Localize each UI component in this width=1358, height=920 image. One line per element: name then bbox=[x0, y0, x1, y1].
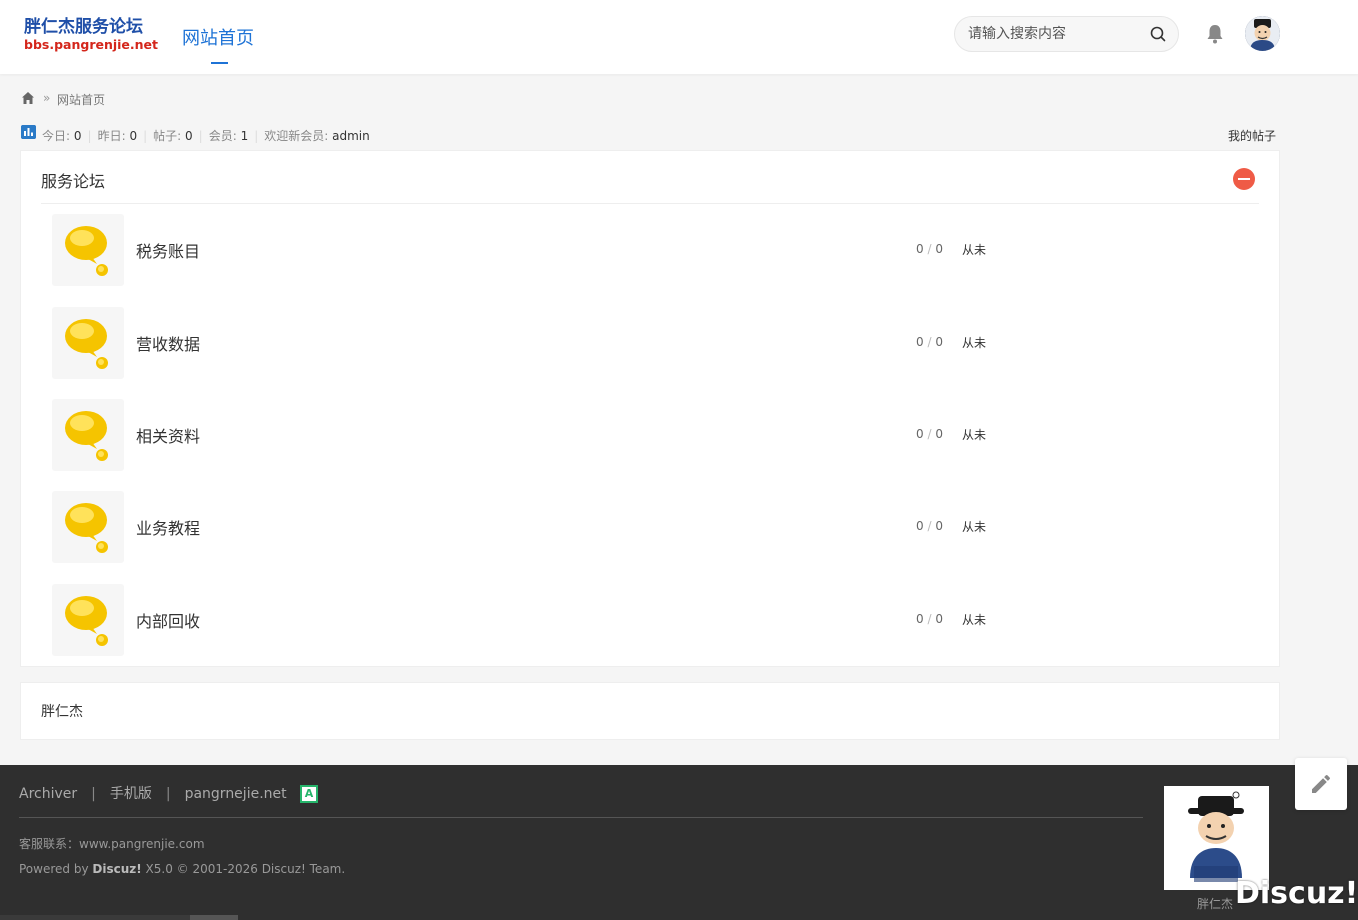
home-icon[interactable] bbox=[21, 91, 35, 105]
forum-row: 税务账目 0 / 0 从未 bbox=[52, 214, 1252, 286]
speech-bubble-icon bbox=[65, 411, 108, 461]
forum-icon[interactable] bbox=[52, 491, 124, 563]
forum-group: 服务论坛 税务账目 0 / 0 从未 营收数据 0 / 0 从未 相关资料 0 … bbox=[20, 150, 1280, 667]
speech-bubble-icon bbox=[65, 226, 108, 276]
mascot-image bbox=[1164, 786, 1269, 890]
archiver-link[interactable]: Archiver bbox=[19, 786, 77, 802]
qr-code-image bbox=[1164, 786, 1269, 890]
stat-today-label: 今日: bbox=[42, 129, 71, 143]
avatar-image bbox=[1245, 16, 1280, 51]
forum-count: 0 / 0 bbox=[916, 519, 943, 533]
stat-yesterday-label: 昨日: bbox=[97, 129, 126, 143]
breadcrumb-current[interactable]: 网站首页 bbox=[57, 91, 105, 108]
forum-icon[interactable] bbox=[52, 399, 124, 471]
footer-powered: Powered by Discuz! X5.0 © 2001-2026 Disc… bbox=[19, 862, 346, 876]
forum-row: 营收数据 0 / 0 从未 bbox=[52, 307, 1252, 379]
newest-member-link[interactable]: admin bbox=[332, 129, 370, 143]
speech-bubble-icon bbox=[65, 503, 108, 553]
forum-row: 内部回收 0 / 0 从未 bbox=[52, 584, 1252, 656]
divider bbox=[41, 203, 1259, 204]
stats-line: 今日: 0 | 昨日: 0 | 帖子: 0 | 会员: 1 | 欢迎新会员: admin bbox=[42, 129, 370, 143]
pencil-icon bbox=[1312, 774, 1330, 793]
search-input[interactable] bbox=[968, 17, 1148, 51]
footer-contact: 客服联系：www.pangrenjie.com bbox=[19, 837, 205, 851]
forum-last-post: 从未 bbox=[962, 520, 987, 534]
forum-icon[interactable] bbox=[52, 584, 124, 656]
forum-name-link[interactable]: 相关资料 bbox=[136, 423, 200, 447]
mobile-link[interactable]: 手机版 bbox=[110, 783, 152, 803]
stat-members-value: 1 bbox=[240, 129, 249, 143]
stat-newest-label: 欢迎新会员: bbox=[264, 129, 329, 143]
my-posts-link[interactable]: 我的帖子 bbox=[1228, 127, 1276, 144]
qr-caption: 胖仁杰 bbox=[1197, 897, 1234, 911]
forum-last-post: 从未 bbox=[962, 428, 987, 442]
forum-icon[interactable] bbox=[52, 307, 124, 379]
collapse-button[interactable] bbox=[1233, 168, 1255, 190]
bell-icon[interactable] bbox=[1205, 23, 1225, 45]
forum-count: 0 / 0 bbox=[916, 612, 943, 626]
forum-row: 业务教程 0 / 0 从未 bbox=[52, 491, 1252, 563]
forum-name-link[interactable]: 内部回收 bbox=[136, 608, 200, 632]
footer-links: Archiver | 手机版 | pangrnejie.net A bbox=[19, 783, 318, 803]
forum-last-post: 从未 bbox=[962, 243, 987, 257]
forum-count: 0 / 0 bbox=[916, 242, 943, 256]
forum-count: 0 / 0 bbox=[916, 427, 943, 441]
footer-bar bbox=[0, 915, 190, 920]
speech-bubble-icon bbox=[65, 596, 108, 646]
stat-posts-value: 0 bbox=[185, 129, 193, 143]
logo-domain: bbs.pangrenjie.net bbox=[24, 37, 159, 52]
search-icon[interactable] bbox=[1150, 26, 1166, 42]
site-link[interactable]: pangrnejie.net bbox=[185, 786, 287, 802]
site-header: 胖仁杰服务论坛 bbs.pangrenjie.net 网站首页 bbox=[0, 0, 1358, 74]
site-logo[interactable]: 胖仁杰服务论坛 bbs.pangrenjie.net bbox=[24, 17, 164, 57]
forum-name-link[interactable]: 营收数据 bbox=[136, 331, 200, 355]
forum-icon[interactable] bbox=[52, 214, 124, 286]
forum-last-post: 从未 bbox=[962, 336, 987, 350]
forum-group-title[interactable]: 服务论坛 bbox=[41, 168, 105, 192]
friend-link[interactable]: 胖仁杰 bbox=[41, 701, 83, 721]
breadcrumb-separator: » bbox=[43, 91, 51, 105]
stat-posts-label: 帖子: bbox=[153, 129, 182, 143]
friend-links-box: 胖仁杰 bbox=[20, 682, 1280, 740]
forum-last-post: 从未 bbox=[962, 613, 987, 627]
forum-name-link[interactable]: 税务账目 bbox=[136, 238, 200, 262]
new-post-button[interactable] bbox=[1295, 758, 1347, 810]
forum-count: 0 / 0 bbox=[916, 335, 943, 349]
speech-bubble-icon bbox=[65, 319, 108, 369]
chart-icon bbox=[21, 125, 36, 139]
security-badge-icon[interactable]: A bbox=[299, 785, 318, 803]
watermark: Discuz! bbox=[1235, 876, 1358, 911]
site-footer: Archiver | 手机版 | pangrnejie.net A 客服联系：www.p… bbox=[0, 765, 1358, 920]
nav-home-link[interactable]: 网站首页 bbox=[182, 24, 254, 50]
forum-row: 相关资料 0 / 0 从未 bbox=[52, 399, 1252, 471]
discuz-link[interactable]: Discuz! bbox=[92, 862, 141, 876]
search-box bbox=[954, 16, 1179, 52]
nav-active-indicator bbox=[211, 62, 228, 64]
forum-name-link[interactable]: 业务教程 bbox=[136, 515, 200, 539]
logo-title: 胖仁杰服务论坛 bbox=[24, 17, 143, 37]
footer-bar-accent bbox=[190, 915, 238, 920]
user-avatar[interactable] bbox=[1245, 16, 1280, 51]
stat-today-value: 0 bbox=[73, 129, 82, 143]
stat-yesterday-value: 0 bbox=[129, 129, 138, 143]
footer-divider bbox=[19, 817, 1143, 818]
stat-members-label: 会员: bbox=[208, 129, 237, 143]
